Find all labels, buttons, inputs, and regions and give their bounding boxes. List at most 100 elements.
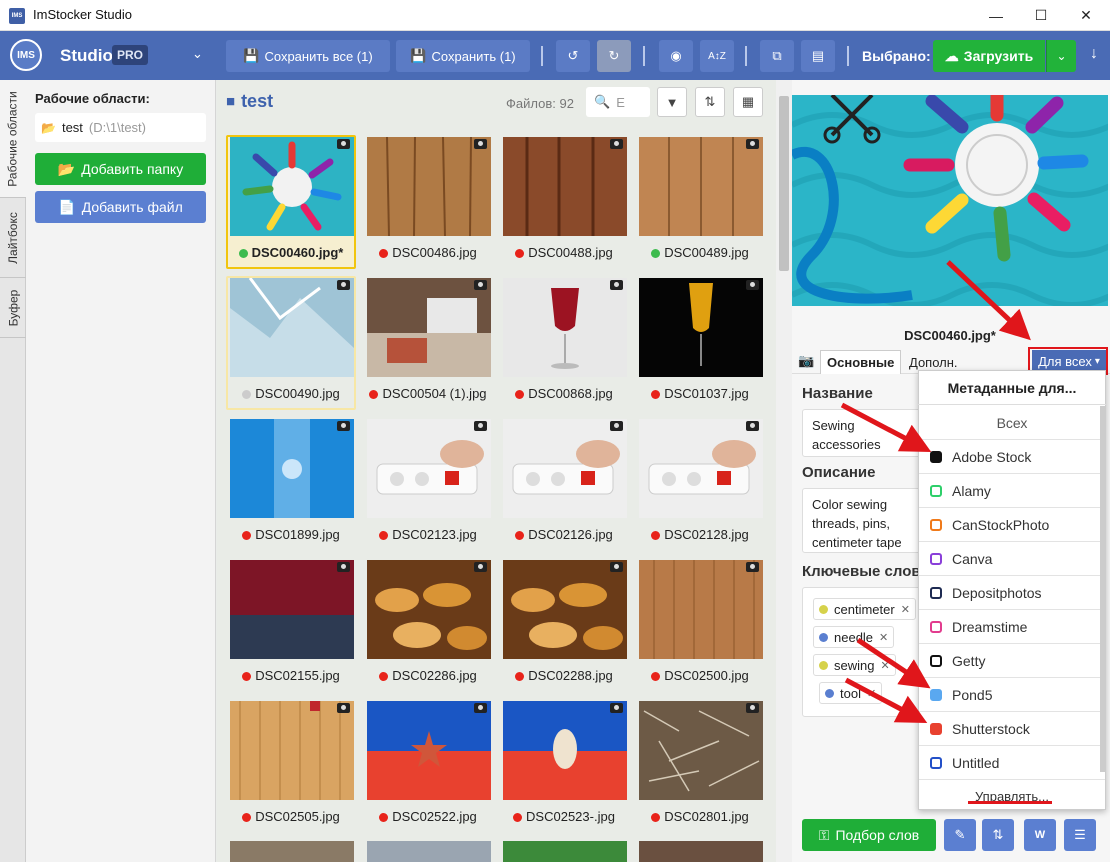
dropdown-item-canva[interactable]: Canva	[919, 542, 1105, 576]
vtab-buffer[interactable]: Буфер	[0, 278, 26, 338]
dropdown-item-all[interactable]: Всех	[919, 406, 1105, 440]
file-icon: 📄	[58, 198, 76, 215]
thumbnail-cell[interactable]: DSC02522.jpg	[363, 699, 493, 833]
dropdown-item-adobe-stock[interactable]: Adobe Stock	[919, 440, 1105, 474]
filename-text: DSC02128.jpg	[664, 527, 749, 542]
save-all-button[interactable]: 💾 Сохранить все (1)	[226, 40, 390, 72]
close-button[interactable]: ✕	[1063, 0, 1109, 31]
thumbnail-filename: DSC02500.jpg	[637, 668, 763, 683]
keyword-chip[interactable]: centimeter ✕	[813, 598, 916, 620]
status-dot	[242, 813, 252, 822]
upload-dropdown-button[interactable]: ⌄	[1046, 40, 1076, 72]
keyword-dot	[825, 688, 834, 698]
workspace-item[interactable]: 📂 test (D:\1\test)	[35, 113, 206, 142]
thumbnail-cell[interactable]: DSC00490.jpg	[226, 276, 356, 410]
thumbnail-cell[interactable]: DSC02128.jpg	[635, 417, 765, 551]
thumbnail-cell[interactable]: DSC02288.jpg	[499, 558, 629, 692]
sort-button[interactable]: ⇅	[695, 87, 725, 117]
dropdown-item-canstockphoto[interactable]: CanStockPhoto	[919, 508, 1105, 542]
save-button[interactable]: 💾 Сохранить (1)	[396, 40, 530, 72]
dropdown-item-alamy[interactable]: Alamy	[919, 474, 1105, 508]
redo-button[interactable]: ↻	[597, 40, 631, 72]
thumbnail-cell[interactable]: DSC01037.jpg	[635, 276, 765, 410]
remove-keyword-icon[interactable]: ✕	[901, 603, 910, 616]
thumbnail-cell[interactable]: DSC02286.jpg	[363, 558, 493, 692]
filename-text: DSC00868.jpg	[528, 386, 613, 401]
scrollbar-thumb[interactable]	[779, 96, 789, 271]
search-input[interactable]: 🔍 E	[586, 87, 650, 117]
thumbnail-cell[interactable]: DSC02123.jpg	[363, 417, 493, 551]
camera-icon[interactable]: 📷	[798, 353, 814, 369]
dropdown-item-shutterstock[interactable]: Shutterstock	[919, 712, 1105, 746]
thumbnail-cell[interactable]: DSC02155.jpg	[226, 558, 356, 692]
status-dot	[651, 249, 661, 258]
color-swatch-icon	[930, 620, 942, 633]
dropdown-item-getty[interactable]: Getty	[919, 644, 1105, 678]
thumbnail-cell[interactable]: DSC00488.jpg	[499, 135, 629, 269]
status-dot	[651, 390, 661, 399]
dropdown-item-pond5[interactable]: Pond5	[919, 678, 1105, 712]
find-button[interactable]: ◉	[659, 40, 693, 72]
cloud-upload-icon: ☁	[944, 47, 959, 64]
add-file-button[interactable]: 📄 Добавить файл	[35, 191, 206, 223]
thumbnail-cell[interactable]: DSC02801.jpg	[635, 699, 765, 833]
thumbnail-cell[interactable]: DSC01899.jpg	[226, 417, 356, 551]
arrow-down-icon[interactable]: ↓	[1090, 45, 1098, 63]
word-export-button[interactable]: W	[1024, 819, 1056, 851]
filter-button[interactable]: ▼	[657, 87, 687, 117]
thumbnail-image	[503, 419, 627, 518]
thumbnail-image	[639, 419, 763, 518]
filename-text: DSC02286.jpg	[392, 668, 477, 683]
keyword-text: sewing	[834, 657, 875, 673]
dropdown-item-label: Canva	[952, 550, 993, 567]
keyword-dot	[819, 660, 828, 670]
add-folder-button[interactable]: 📂 Добавить папку	[35, 153, 206, 185]
pick-words-button[interactable]: ⚿ Подбор слов	[802, 819, 936, 851]
thumbnail-cell[interactable]: DSC02523-.jpg	[499, 699, 629, 833]
vtab-workspaces[interactable]: Рабочие области	[0, 80, 26, 198]
thumbnail-cell[interactable]: DSC00489.jpg	[635, 135, 765, 269]
menu-button[interactable]: ☰	[1064, 819, 1096, 851]
upload-button[interactable]: ☁ Загрузить	[933, 40, 1045, 72]
pencil-icon: ✎	[954, 827, 966, 842]
dropdown-scrollbar[interactable]	[1100, 406, 1105, 772]
thumbnail-cell[interactable]: DSC02505.jpg	[226, 699, 356, 833]
manage-link[interactable]: Управлять...	[919, 782, 1105, 810]
keyword-chip[interactable]: tool ✕	[819, 682, 883, 704]
chevron-down-icon[interactable]: ⌄	[192, 46, 203, 62]
minimize-button[interactable]: —	[973, 0, 1019, 31]
thumbnail-filename: DSC02123.jpg	[365, 527, 491, 542]
keyword-chip[interactable]: sewing ✕	[813, 654, 896, 676]
thumbnail-cell[interactable]: DSC00486.jpg	[363, 135, 493, 269]
dropdown-item-depositphotos[interactable]: Depositphotos	[919, 576, 1105, 610]
keyword-chip[interactable]: needle ✕	[813, 626, 895, 648]
maximize-button[interactable]: ☐	[1018, 0, 1064, 31]
remove-keyword-icon[interactable]: ✕	[879, 631, 888, 644]
keywords-field[interactable]: centimeter ✕ needle ✕ sewing ✕ tool ✕	[802, 587, 932, 717]
remove-keyword-icon[interactable]: ✕	[880, 659, 889, 672]
undo-button[interactable]: ↺	[556, 40, 590, 72]
thumbnail-cell[interactable]: DSC00460.jpg*	[226, 135, 356, 269]
dropdown-item-dreamstime[interactable]: Dreamstime	[919, 610, 1105, 644]
thumbnail-cell[interactable]: DSC00868.jpg	[499, 276, 629, 410]
vtab-lightbox[interactable]: Лайтбокс	[0, 198, 26, 278]
thumbnail-cell[interactable]: DSC00504 (1).jpg	[363, 276, 493, 410]
paste-button[interactable]: ▤	[801, 40, 835, 72]
sort-az-button[interactable]: A↕Z	[700, 40, 734, 72]
sort-keywords-button[interactable]: ⇅	[982, 819, 1014, 851]
grid-view-button[interactable]: ▦	[733, 87, 763, 117]
dropdown-item-label: Depositphotos	[952, 584, 1042, 601]
thumbnail-filename: DSC00489.jpg	[637, 245, 763, 260]
dropdown-item-untitled[interactable]: Untitled	[919, 746, 1105, 780]
thumbnail-cell[interactable]: DSC02126.jpg	[499, 417, 629, 551]
tab-main[interactable]: Основные	[820, 350, 902, 374]
title-field[interactable]: Sewing accessories	[802, 409, 932, 457]
copy-button[interactable]: ⧉	[760, 40, 794, 72]
thumbnail-cell[interactable]: DSC02500.jpg	[635, 558, 765, 692]
next-row-partial	[226, 841, 776, 862]
edit-button[interactable]: ✎	[944, 819, 976, 851]
color-swatch-icon	[930, 688, 942, 701]
status-dot	[242, 390, 252, 399]
remove-keyword-icon[interactable]: ✕	[867, 687, 876, 700]
description-field[interactable]: Color sewing threads, pins, centimeter t…	[802, 488, 932, 553]
